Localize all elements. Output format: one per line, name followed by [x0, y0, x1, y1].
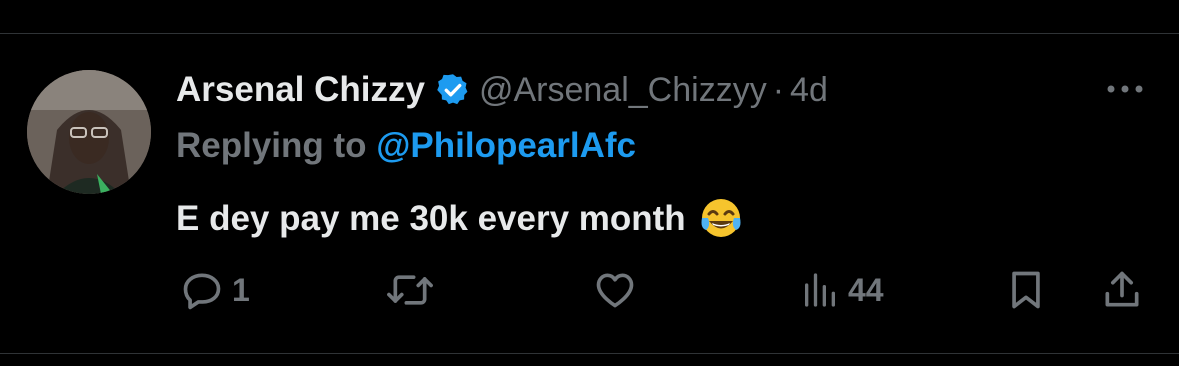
tears-of-joy-emoji-icon: [698, 196, 744, 242]
retweet-icon: [386, 268, 434, 312]
avatar[interactable]: [27, 70, 151, 194]
views-button[interactable]: 44: [800, 266, 884, 314]
more-dots-icon: [1105, 83, 1145, 95]
tweet-body: E dey pay me 30k every month: [176, 199, 686, 238]
views-count: 44: [848, 271, 884, 308]
reply-count: 1: [232, 271, 250, 308]
tweet-text: E dey pay me 30k every month: [176, 196, 744, 242]
author-name[interactable]: Arsenal Chizzy: [176, 70, 425, 110]
reply-button[interactable]: 1: [180, 266, 250, 314]
top-divider: [0, 33, 1179, 34]
author-handle[interactable]: @Arsenal_Chizzyy: [479, 71, 767, 110]
more-options-button[interactable]: [1100, 72, 1150, 106]
tweet-header: Arsenal Chizzy @Arsenal_Chizzyy · 4d: [176, 68, 828, 112]
like-button[interactable]: [592, 266, 638, 314]
retweet-button[interactable]: [386, 266, 434, 314]
reply-icon: [180, 268, 224, 312]
bookmark-button[interactable]: [1004, 266, 1048, 314]
heart-icon: [592, 268, 638, 312]
share-button[interactable]: [1100, 266, 1144, 314]
share-icon: [1100, 268, 1144, 312]
reply-mention-link[interactable]: @PhilopearlAfc: [376, 126, 636, 165]
verified-badge-icon: [435, 72, 471, 108]
timestamp[interactable]: 4d: [790, 71, 828, 110]
replying-prefix: Replying to: [176, 126, 377, 165]
views-icon: [800, 270, 840, 310]
replying-to-line: Replying to @PhilopearlAfc: [176, 126, 636, 166]
bottom-divider: [0, 353, 1179, 354]
separator-dot: ·: [772, 70, 785, 109]
bookmark-icon: [1004, 268, 1048, 312]
